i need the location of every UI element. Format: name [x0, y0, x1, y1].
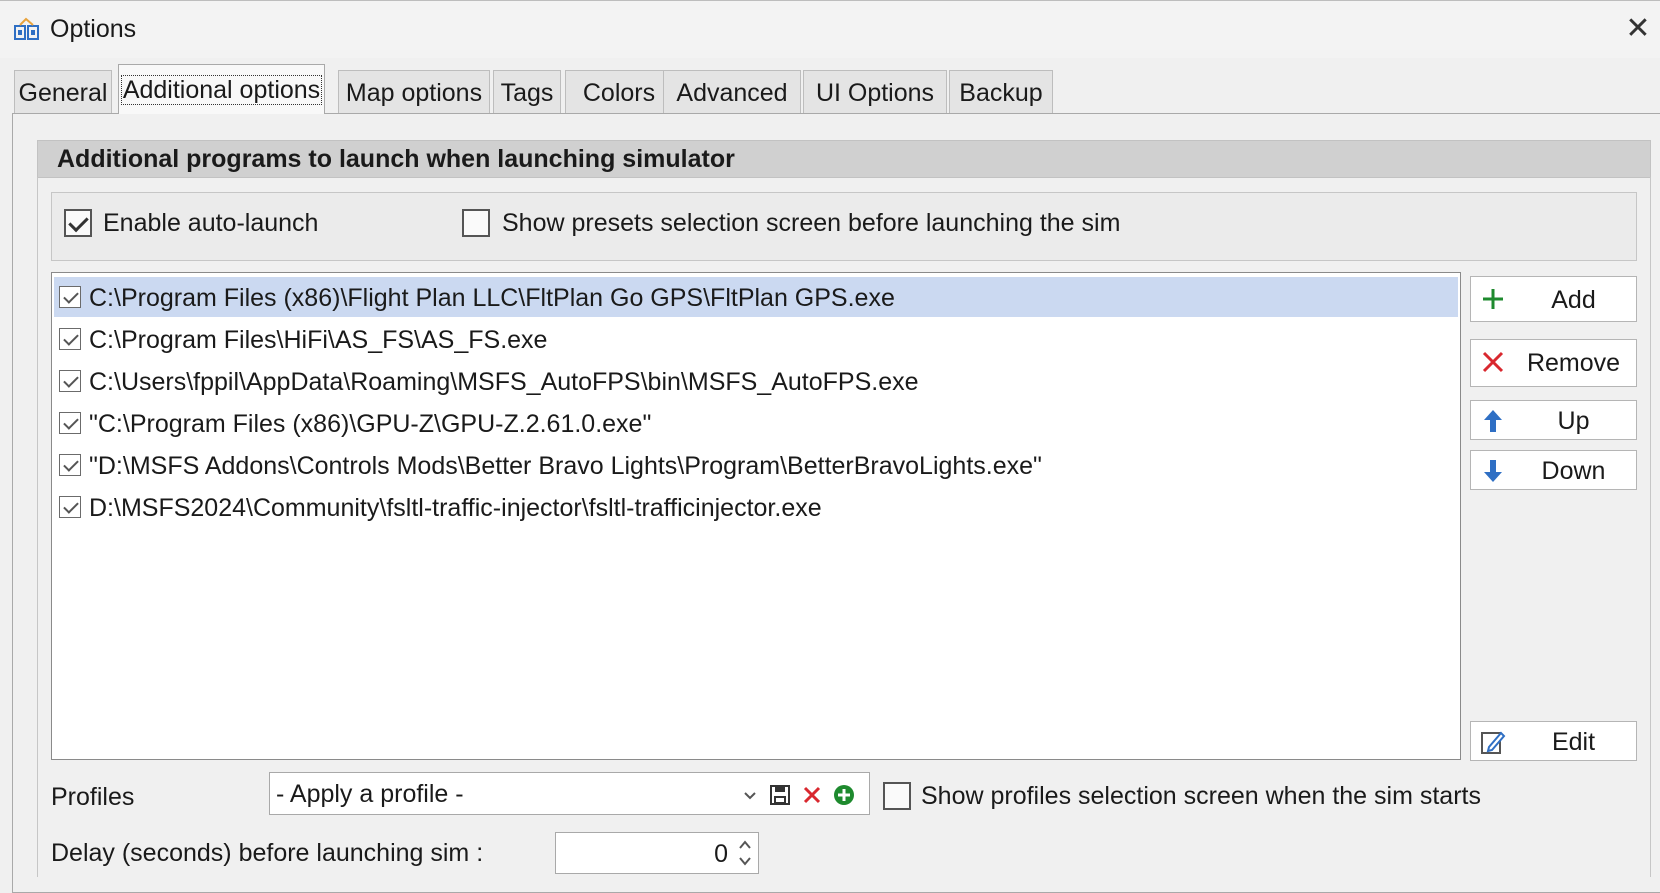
x-icon: [1482, 351, 1504, 373]
remove-button-label: Remove: [1526, 349, 1621, 377]
remove-button[interactable]: Remove: [1470, 339, 1637, 387]
add-button[interactable]: Add: [1470, 276, 1637, 322]
window-title: Options: [50, 15, 137, 43]
enable-autolaunch-label: Enable auto-launch: [103, 209, 319, 237]
up-button[interactable]: Up: [1470, 400, 1637, 440]
programs-list[interactable]: C:\Program Files (x86)\Flight Plan LLC\F…: [51, 272, 1461, 760]
item-path: "D:\MSFS Addons\Controls Mods\Better Bra…: [89, 452, 1042, 480]
close-icon: ✕: [1625, 12, 1651, 45]
arrow-down-icon: [1484, 460, 1502, 482]
item-checkbox[interactable]: [59, 454, 81, 476]
tab-additional-options[interactable]: Additional options: [118, 64, 325, 114]
chevron-down-icon[interactable]: [738, 783, 762, 807]
add-button-label: Add: [1551, 286, 1596, 314]
group-header: Additional programs to launch when launc…: [37, 140, 1651, 178]
item-path: C:\Program Files\HiFi\AS_FS\AS_FS.exe: [89, 326, 548, 354]
list-item[interactable]: "D:\MSFS Addons\Controls Mods\Better Bra…: [54, 445, 1458, 485]
delay-value: 0: [714, 840, 728, 868]
tab-backup[interactable]: Backup: [949, 70, 1053, 115]
item-path: "C:\Program Files (x86)\GPU-Z\GPU-Z.2.61…: [89, 410, 652, 438]
edit-icon: [1481, 731, 1506, 754]
item-checkbox[interactable]: [59, 412, 81, 434]
tab-colors[interactable]: Colors: [565, 70, 673, 115]
title-bar: Options ✕: [0, 0, 1660, 58]
edit-button[interactable]: Edit: [1470, 721, 1637, 761]
save-icon[interactable]: [768, 783, 792, 807]
item-checkbox[interactable]: [59, 496, 81, 518]
plus-icon: [1483, 289, 1503, 309]
tab-advanced[interactable]: Advanced: [663, 70, 801, 115]
profile-combo-value: - Apply a profile -: [276, 780, 464, 808]
up-button-label: Up: [1557, 407, 1590, 435]
arrow-up-icon: [1484, 410, 1502, 432]
show-presets-checkbox[interactable]: [462, 209, 490, 237]
tab-ui-options[interactable]: UI Options: [803, 70, 947, 115]
list-item[interactable]: "C:\Program Files (x86)\GPU-Z\GPU-Z.2.61…: [54, 403, 1458, 443]
delay-spinner[interactable]: 0: [555, 832, 759, 874]
close-button[interactable]: ✕: [1618, 9, 1658, 49]
spin-arrows-icon[interactable]: [736, 836, 754, 870]
item-checkbox[interactable]: [59, 328, 81, 350]
edit-button-label: Edit: [1551, 728, 1596, 756]
down-button-label: Down: [1541, 457, 1606, 485]
add-profile-icon[interactable]: [832, 783, 856, 807]
item-path: C:\Users\fppil\AppData\Roaming\MSFS_Auto…: [89, 368, 919, 396]
delete-icon[interactable]: [800, 783, 824, 807]
item-checkbox[interactable]: [59, 370, 81, 392]
profiles-label: Profiles: [51, 783, 135, 811]
show-presets-label: Show presets selection screen before lau…: [502, 209, 1121, 237]
item-checkbox[interactable]: [59, 286, 81, 308]
enable-autolaunch-checkbox[interactable]: [64, 209, 92, 237]
show-profiles-checkbox[interactable]: [883, 782, 911, 810]
list-item[interactable]: D:\MSFS2024\Community\fsltl-traffic-inje…: [54, 487, 1458, 527]
tab-general[interactable]: General: [14, 70, 112, 115]
options-window-icon: [14, 17, 39, 40]
show-profiles-label: Show profiles selection screen when the …: [921, 782, 1481, 810]
list-item[interactable]: C:\Program Files\HiFi\AS_FS\AS_FS.exe: [54, 319, 1458, 359]
tab-tags[interactable]: Tags: [493, 70, 561, 115]
down-button[interactable]: Down: [1470, 450, 1637, 490]
tab-map-options[interactable]: Map options: [338, 70, 490, 115]
item-path: D:\MSFS2024\Community\fsltl-traffic-inje…: [89, 494, 822, 522]
list-item[interactable]: C:\Program Files (x86)\Flight Plan LLC\F…: [54, 277, 1458, 317]
profile-combo[interactable]: - Apply a profile -: [269, 772, 870, 815]
list-item[interactable]: C:\Users\fppil\AppData\Roaming\MSFS_Auto…: [54, 361, 1458, 401]
item-path: C:\Program Files (x86)\Flight Plan LLC\F…: [89, 284, 895, 312]
delay-label: Delay (seconds) before launching sim :: [51, 839, 484, 867]
